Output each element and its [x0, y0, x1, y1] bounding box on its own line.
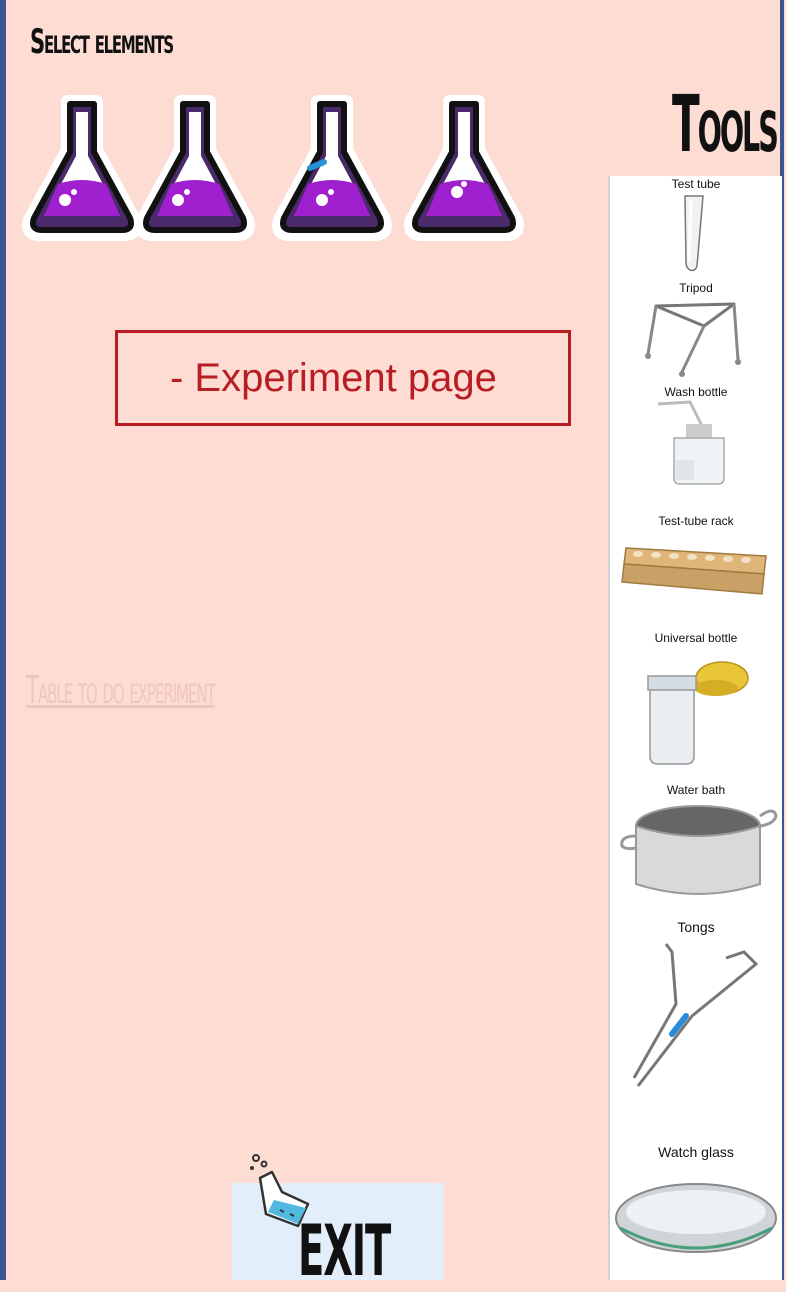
tool-label: Water bath	[666, 783, 726, 797]
flask-icon[interactable]	[133, 92, 257, 242]
tool-tongs[interactable]: Tongs	[610, 916, 782, 1108]
tool-label: Watch glass	[658, 1144, 734, 1160]
tool-universal-bottle[interactable]: Universal bottle	[610, 628, 782, 774]
tongs-icon	[632, 943, 759, 1087]
flask-icon[interactable]	[270, 92, 394, 242]
experiment-page-box: - Experiment page	[115, 330, 571, 426]
tool-test-tube-rack[interactable]: Test-tube rack	[610, 488, 782, 630]
watch-glass-icon	[615, 1183, 777, 1253]
left-border	[0, 0, 6, 1280]
tool-label: Test-tube rack	[658, 514, 734, 528]
tool-label: Test tube	[671, 177, 721, 191]
test-tube-icon	[684, 195, 704, 272]
flask-icon[interactable]	[20, 92, 144, 242]
select-elements-title: Select elements	[30, 22, 174, 62]
tool-label: Tongs	[677, 919, 715, 935]
tool-tripod[interactable]: Tripod	[610, 280, 782, 386]
tool-wash-bottle[interactable]: Wash bottle	[610, 384, 782, 490]
table-to-do-experiment-link[interactable]: Table to do experiment	[26, 668, 216, 712]
water-bath-icon	[620, 805, 778, 895]
tool-watch-glass[interactable]: Watch glass	[610, 1106, 782, 1280]
test-tube-rack-icon	[621, 547, 767, 595]
tool-test-tube[interactable]: Test tube	[610, 176, 782, 282]
tool-label: Wash bottle	[664, 385, 728, 399]
tripod-icon	[645, 302, 741, 377]
tool-label: Universal bottle	[654, 631, 738, 645]
wash-bottle-icon	[657, 400, 725, 485]
tool-water-bath[interactable]: Water bath	[610, 772, 782, 918]
tools-panel: Test tube Tripod Wash bottle Test-tube r…	[608, 176, 782, 1280]
tool-label: Tripod	[679, 281, 713, 295]
universal-bottle-icon	[647, 661, 749, 765]
experiment-page-label: - Experiment page	[170, 355, 497, 400]
tools-title: Tools	[672, 80, 779, 170]
flask-icon[interactable]	[402, 92, 526, 242]
